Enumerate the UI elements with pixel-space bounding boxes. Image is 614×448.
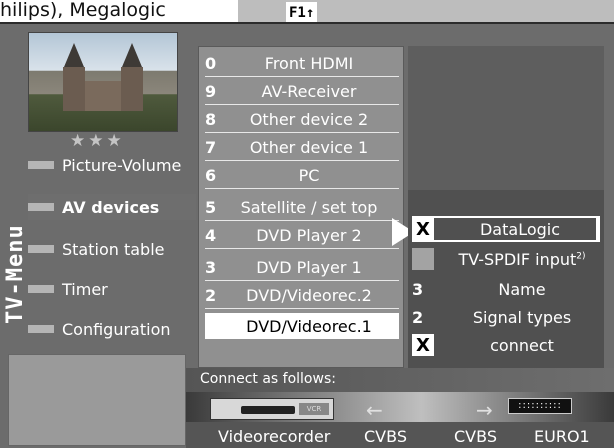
device-row-other-device-1[interactable]: 7 Other device 1: [205, 135, 399, 161]
device-name: DVD Player 1: [256, 258, 362, 277]
preview-roof-left: [64, 43, 84, 67]
device-row-dvd-player-1[interactable]: 3 DVD Player 1: [205, 255, 399, 281]
option-label: connect: [490, 335, 554, 355]
menu-item-picture-volume[interactable]: Picture-Volume: [28, 152, 196, 178]
device-number: 5: [205, 198, 217, 217]
device-number: 8: [205, 110, 217, 129]
device-row-av-receiver[interactable]: 9 AV-Receiver: [205, 79, 399, 105]
preview-stars: ★★★: [70, 131, 125, 151]
menu-item-label: Picture-Volume: [62, 155, 182, 175]
connect-heading: Connect as follows:: [186, 368, 614, 392]
device-name: Satellite / set top: [240, 198, 378, 217]
option-name[interactable]: 3 Name: [412, 276, 600, 302]
option-connect[interactable]: X connect: [412, 332, 600, 358]
tv-screen: ★★★ TV-Menu Picture-Volume AV devices St…: [0, 22, 614, 448]
menu-item-label: AV devices: [62, 197, 160, 217]
arrow-right-icon: →: [476, 398, 493, 422]
menu-item-timer[interactable]: Timer: [28, 276, 196, 302]
device-name: AV-Receiver: [261, 82, 357, 101]
options-preview-area: [408, 46, 604, 190]
menu-bar-icon: [28, 245, 54, 253]
option-datalogic[interactable]: X DataLogic: [412, 216, 600, 242]
menu-bar-icon: [28, 203, 54, 211]
device-number: 6: [205, 166, 217, 185]
datalogic-checkbox[interactable]: X: [412, 218, 434, 240]
option-label: Signal types: [472, 307, 572, 327]
device-name: DVD/Videorec.2: [246, 286, 372, 305]
arrow-left-icon: ←: [366, 398, 383, 422]
preview-tower-left: [63, 67, 85, 111]
preview-image: [28, 32, 178, 132]
device-row-dvd-videorec-1[interactable]: DVD/Videorec.1: [205, 313, 399, 339]
menu-bar-icon: [28, 285, 54, 293]
socket-label: EURO1: [534, 427, 590, 446]
menu-bar-icon: [28, 161, 54, 169]
device-name: Front HDMI: [264, 54, 354, 73]
menu-item-configuration[interactable]: Configuration: [28, 316, 196, 342]
connection-labels: Videorecorder CVBS CVBS EURO1: [186, 424, 614, 448]
vcr-device-icon: VCR: [210, 398, 334, 420]
device-name: Other device 2: [249, 110, 369, 129]
manual-caption: hilips), Megalogic: [0, 0, 238, 22]
device-number: 7: [205, 138, 217, 157]
device-number: 0: [205, 54, 217, 73]
scart-socket-icon: ::::::::::: [508, 398, 572, 414]
device-name: DVD Player 2: [256, 226, 362, 245]
device-label: Videorecorder: [218, 427, 331, 446]
device-row-front-hdmi[interactable]: 0 Front HDMI: [205, 51, 399, 77]
device-name: PC: [298, 166, 320, 185]
menu-bar-icon: [28, 325, 54, 333]
device-row-satellite-set-top[interactable]: 5 Satellite / set top: [205, 195, 399, 221]
menu-item-station-table[interactable]: Station table: [28, 236, 196, 262]
preview-roof-right: [122, 43, 142, 67]
device-row-dvd-player-2[interactable]: 4 DVD Player 2: [205, 223, 399, 249]
device-number: 9: [205, 82, 217, 101]
device-number: 3: [205, 258, 217, 277]
preview-gate: [85, 81, 121, 111]
device-row-pc[interactable]: 6 PC: [205, 163, 399, 189]
option-label: DataLogic: [479, 219, 561, 239]
option-label-text: TV-SPDIF input: [458, 249, 577, 269]
connect-checkbox[interactable]: X: [412, 334, 434, 356]
device-row-other-device-2[interactable]: 8 Other device 2: [205, 107, 399, 133]
tv-menu-brand: TV-Menu: [3, 224, 28, 324]
option-tv-spdif-input[interactable]: TV-SPDIF input2): [412, 246, 600, 272]
device-number: 2: [205, 286, 217, 305]
option-key: 2: [412, 307, 424, 327]
option-label: TV-SPDIF input2): [444, 250, 600, 269]
connection-info-panel: Connect as follows: VCR ← → :::::::::: V…: [186, 368, 614, 448]
option-label: Name: [498, 279, 546, 299]
option-signal-types[interactable]: 2 Signal types: [412, 304, 600, 330]
preview-tower-right: [121, 67, 143, 111]
corner-panel: [8, 354, 186, 446]
menu-item-av-devices[interactable]: AV devices: [28, 194, 196, 220]
f1-up-hint: F1↑: [286, 2, 318, 24]
vcr-slot: [241, 406, 295, 414]
device-options-panel: X DataLogic TV-SPDIF input2) 3 Name 2 Si…: [408, 46, 604, 368]
device-number: 4: [205, 226, 217, 245]
signal-label-right: CVBS: [454, 427, 497, 446]
option-key: 3: [412, 279, 424, 299]
menu-item-label: Timer: [62, 279, 108, 299]
footnote-marker: 2): [576, 251, 586, 262]
device-row-dvd-videorec-2[interactable]: 2 DVD/Videorec.2: [205, 283, 399, 309]
vcr-tag: VCR: [299, 403, 329, 415]
device-name: DVD/Videorec.1: [246, 316, 372, 336]
signal-label-left: CVBS: [364, 427, 407, 446]
av-device-list: 0 Front HDMI 9 AV-Receiver 8 Other devic…: [198, 46, 404, 368]
tv-spdif-checkbox[interactable]: [412, 248, 434, 270]
menu-item-label: Configuration: [62, 319, 171, 339]
menu-item-label: Station table: [62, 239, 165, 259]
device-name: Other device 1: [249, 138, 369, 157]
